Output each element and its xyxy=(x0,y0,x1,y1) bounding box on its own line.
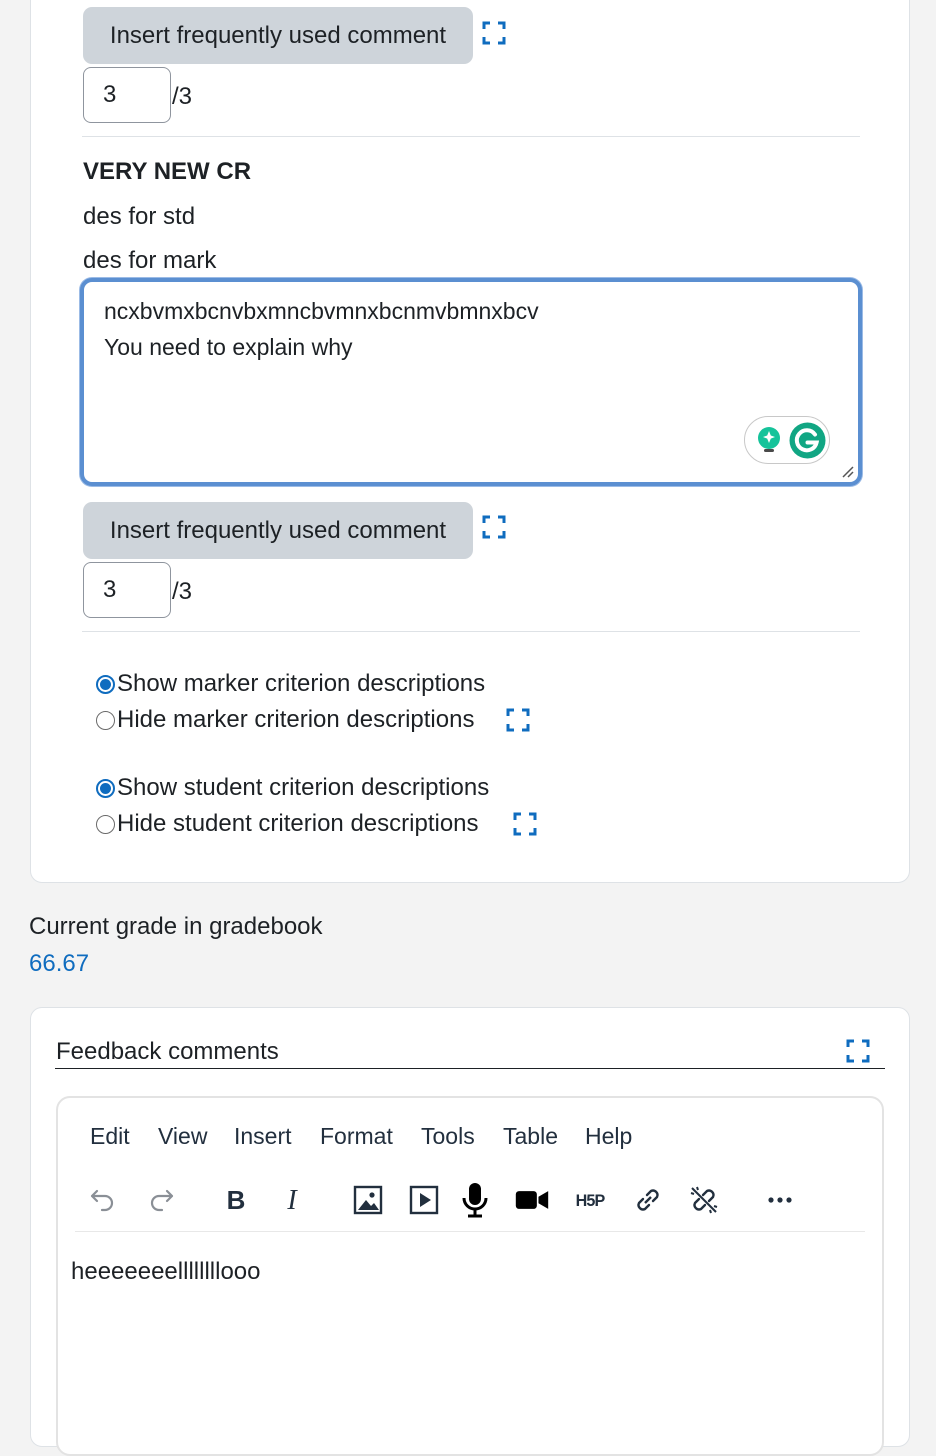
option-label: Show marker criterion descriptions xyxy=(117,670,486,697)
expand-icon[interactable] xyxy=(482,21,506,45)
editor-content[interactable]: heeeeeeellllllllooo xyxy=(71,1258,260,1286)
expand-icon[interactable] xyxy=(846,1039,870,1063)
menu-table[interactable]: Table xyxy=(503,1123,558,1150)
divider xyxy=(55,1068,885,1069)
remark-line: You need to explain why xyxy=(104,334,353,360)
resize-handle-icon[interactable] xyxy=(840,464,854,478)
radio-button[interactable] xyxy=(96,710,115,730)
video-camera-icon[interactable] xyxy=(515,1183,549,1217)
h5p-icon[interactable]: H5P xyxy=(573,1183,607,1217)
criterion-max-score: /3 xyxy=(172,83,193,110)
italic-icon[interactable]: I xyxy=(275,1183,309,1217)
criterion-title: VERY NEW CR xyxy=(83,158,252,185)
criterion-max-score: /3 xyxy=(172,578,193,605)
menu-view[interactable]: View xyxy=(158,1123,207,1150)
expand-icon[interactable] xyxy=(482,515,506,539)
option-label: Hide marker criterion descriptions xyxy=(117,706,475,733)
option-label: Show student criterion descriptions xyxy=(117,774,490,801)
criterion-score-input[interactable] xyxy=(83,562,171,618)
feedback-title: Feedback comments xyxy=(56,1038,279,1065)
criterion-score-input[interactable] xyxy=(83,67,171,123)
expand-icon[interactable] xyxy=(506,708,530,732)
image-icon[interactable] xyxy=(351,1183,385,1217)
menu-edit[interactable]: Edit xyxy=(90,1123,130,1150)
svg-text:B: B xyxy=(227,1185,246,1215)
marker-description: des for mark xyxy=(83,247,217,274)
svg-text:H5P: H5P xyxy=(576,1192,606,1210)
menu-insert[interactable]: Insert xyxy=(234,1123,292,1150)
grammarly-icon[interactable] xyxy=(789,422,826,459)
radio-button[interactable] xyxy=(96,778,115,798)
radio-button[interactable] xyxy=(96,674,115,694)
show-marker-option[interactable]: Show marker criterion descriptions xyxy=(96,670,485,698)
option-label: Hide student criterion descriptions xyxy=(117,810,479,837)
divider xyxy=(82,136,860,137)
svg-text:I: I xyxy=(286,1185,298,1215)
menu-format[interactable]: Format xyxy=(320,1123,393,1150)
menu-help[interactable]: Help xyxy=(585,1123,632,1150)
bold-icon[interactable]: B xyxy=(219,1183,253,1217)
media-icon[interactable] xyxy=(407,1183,441,1217)
menu-tools[interactable]: Tools xyxy=(421,1123,475,1150)
grammarly-widget[interactable] xyxy=(744,416,830,464)
lightbulb-icon[interactable] xyxy=(755,426,783,456)
toolbar-divider xyxy=(75,1231,865,1232)
student-description: des for std xyxy=(83,203,196,230)
hide-student-option[interactable]: Hide student criterion descriptions xyxy=(96,810,479,838)
unlink-icon[interactable] xyxy=(687,1183,721,1217)
radio-button[interactable] xyxy=(96,814,115,834)
remark-line: ncxbvmxbcnvbxmncbvmnxbcnmvbmnxbcv xyxy=(104,298,539,324)
gradebook-value: 66.67 xyxy=(29,950,90,977)
remark-textarea[interactable]: ncxbvmxbcnvbxmncbvmnxbcnmvbmnxbcv You ne… xyxy=(80,278,862,486)
divider xyxy=(82,631,860,632)
link-icon[interactable] xyxy=(631,1183,665,1217)
show-student-option[interactable]: Show student criterion descriptions xyxy=(96,774,489,802)
undo-icon[interactable] xyxy=(86,1183,120,1217)
redo-icon[interactable] xyxy=(144,1183,178,1217)
expand-icon[interactable] xyxy=(513,812,537,836)
gradebook-label: Current grade in gradebook xyxy=(29,913,323,940)
insert-frequent-comment-button[interactable]: Insert frequently used comment xyxy=(83,502,473,559)
more-icon[interactable] xyxy=(763,1183,797,1217)
hide-marker-option[interactable]: Hide marker criterion descriptions xyxy=(96,706,474,734)
microphone-icon[interactable] xyxy=(458,1183,492,1218)
insert-frequent-comment-button[interactable]: Insert frequently used comment xyxy=(83,7,473,64)
